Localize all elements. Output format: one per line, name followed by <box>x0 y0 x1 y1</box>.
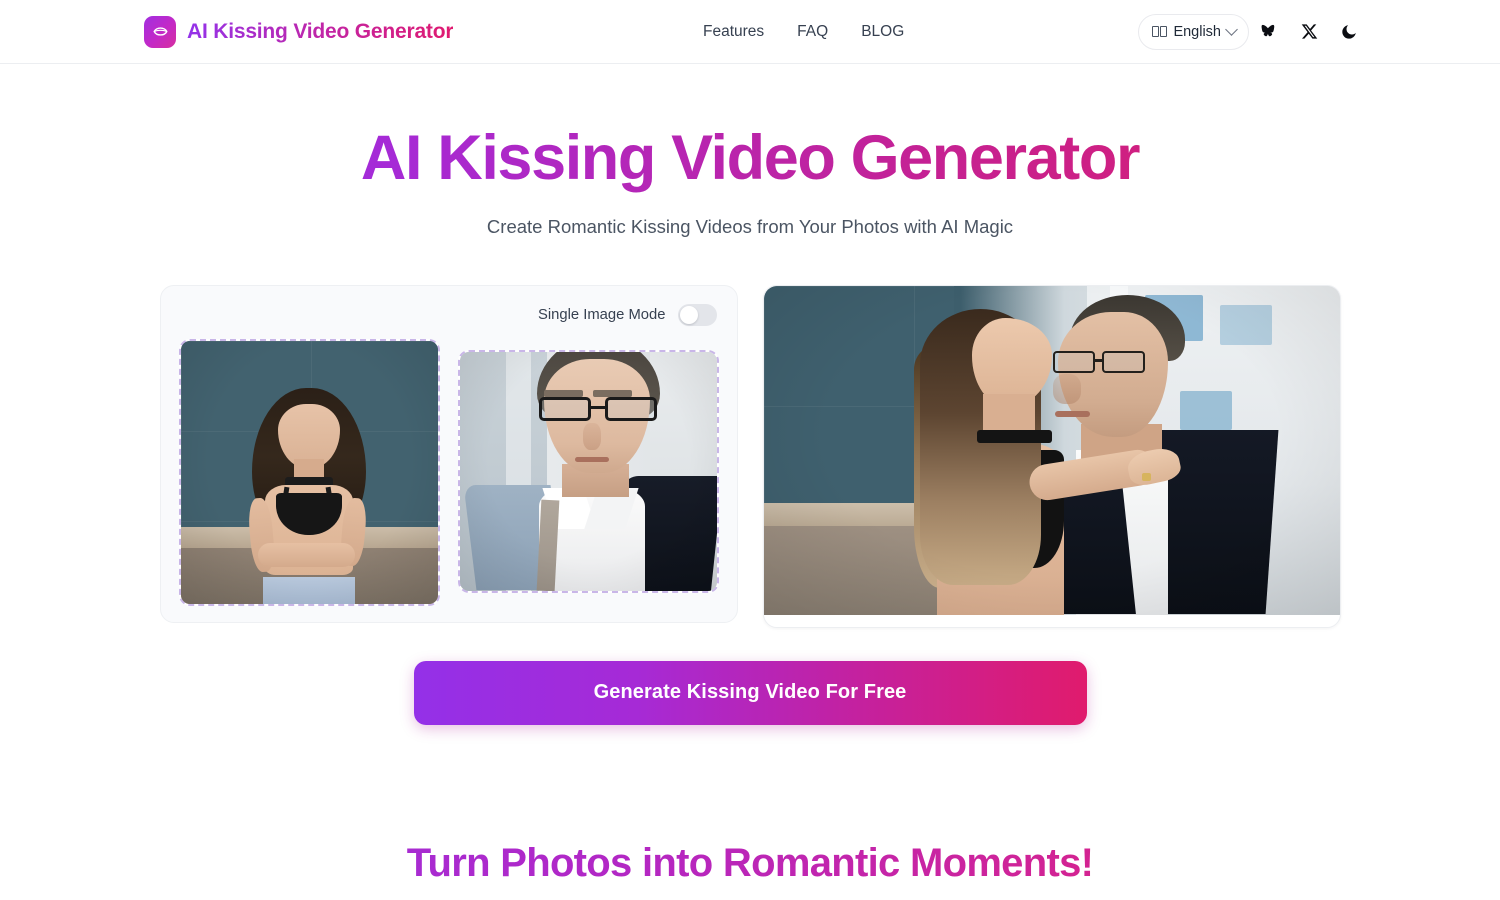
language-selector[interactable]: English <box>1138 13 1249 50</box>
kiss-lips-icon <box>144 15 176 48</box>
toggle-knob <box>679 305 698 324</box>
upload-slots <box>178 338 719 606</box>
upload-slot-person-2[interactable] <box>457 349 719 593</box>
generator-workspace: Single Image Mode <box>0 284 1500 628</box>
flag-icon <box>1152 26 1168 37</box>
brand-title: AI Kissing Video Generator <box>187 19 454 43</box>
site-header: AI Kissing Video Generator Features FAQ … <box>0 0 1500 64</box>
main-nav: Features FAQ BLOG <box>703 23 904 41</box>
header-actions: English <box>1138 12 1369 52</box>
upload-card: Single Image Mode <box>159 284 738 623</box>
page-subtitle: Create Romantic Kissing Videos from Your… <box>486 215 1014 237</box>
single-image-mode-toggle[interactable] <box>677 303 717 326</box>
single-image-mode-row: Single Image Mode <box>179 302 719 328</box>
cta-row: Generate Kissing Video For Free <box>0 660 1500 725</box>
uploaded-photo-person-1 <box>180 340 438 604</box>
nav-faq[interactable]: FAQ <box>797 23 828 41</box>
generated-couple-photo <box>763 285 1340 615</box>
uploaded-photo-person-2 <box>459 351 717 591</box>
page-title: AI Kissing Video Generator <box>0 123 1500 194</box>
brand-logo-link[interactable]: AI Kissing Video Generator <box>144 15 454 48</box>
x-twitter-icon[interactable] <box>1289 12 1329 52</box>
generate-video-button[interactable]: Generate Kissing Video For Free <box>413 660 1087 725</box>
chevron-down-icon <box>1225 23 1238 36</box>
section-title: Turn Photos into Romantic Moments! <box>0 841 1500 886</box>
upload-slot-person-1[interactable] <box>178 338 440 606</box>
dark-mode-moon-icon[interactable] <box>1329 12 1369 52</box>
nav-blog[interactable]: BLOG <box>861 23 904 41</box>
result-preview[interactable] <box>763 285 1340 615</box>
nav-features[interactable]: Features <box>703 23 764 41</box>
bluesky-icon[interactable] <box>1249 12 1289 52</box>
language-label: English <box>1173 23 1221 40</box>
result-preview-card <box>762 284 1341 628</box>
single-image-mode-label: Single Image Mode <box>538 306 666 323</box>
